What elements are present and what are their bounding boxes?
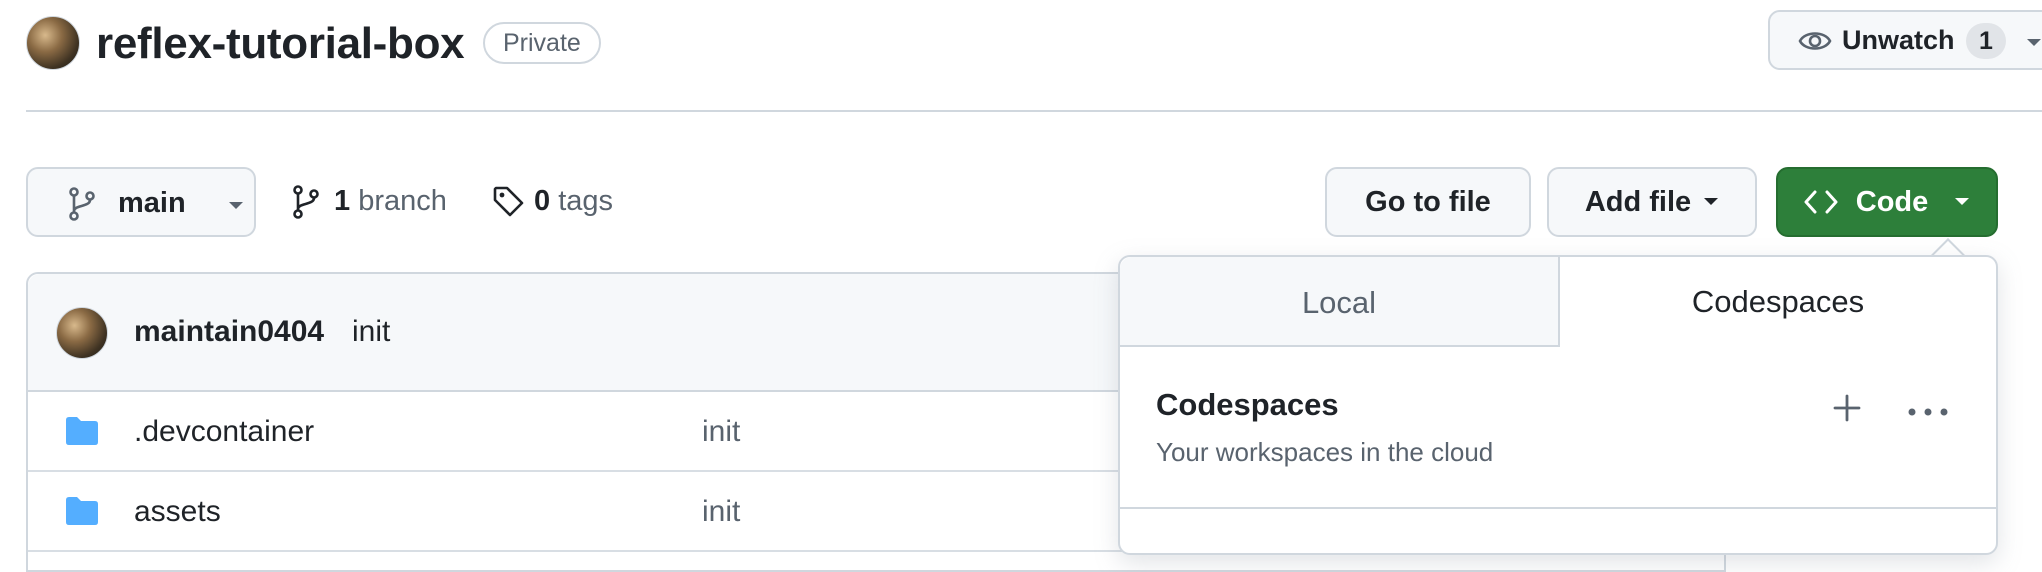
branch-count: 1: [334, 185, 351, 217]
commit-author-avatar[interactable]: [56, 307, 108, 359]
repo-name[interactable]: reflex-tutorial-box: [96, 16, 465, 72]
caret-down-icon: [229, 202, 243, 209]
kebab-horizontal-icon[interactable]: [1906, 407, 1950, 417]
branch-select-button[interactable]: main: [26, 167, 256, 237]
current-branch-label: main: [118, 187, 186, 219]
unwatch-button[interactable]: Unwatch 1: [1768, 10, 2042, 70]
file-name[interactable]: assets: [134, 495, 221, 529]
owner-avatar[interactable]: [26, 16, 80, 70]
tag-count-label: tags: [558, 185, 614, 217]
eye-icon: [1798, 32, 1832, 50]
code-button[interactable]: Code: [1776, 167, 1998, 237]
file-commit-message[interactable]: init: [702, 415, 740, 449]
tag-count: 0: [534, 185, 551, 217]
add-file-label: Add file: [1584, 185, 1692, 218]
add-file-button[interactable]: Add file: [1547, 167, 1757, 237]
folder-icon: [66, 417, 98, 445]
branch-count-label: branch: [358, 185, 447, 217]
tab-codespaces[interactable]: Codespaces: [1560, 257, 1996, 345]
code-dropdown: Local Codespaces Codespaces Your workspa…: [1118, 255, 1998, 555]
folder-icon: [66, 497, 98, 525]
watchers-count: 1: [1966, 23, 2006, 59]
file-name[interactable]: .devcontainer: [134, 415, 314, 449]
caret-down-icon: [1704, 198, 1719, 205]
repo-header: reflex-tutorial-box Private Unwatch 1: [0, 0, 2042, 112]
visibility-badge: Private: [483, 22, 601, 64]
file-commit-message[interactable]: init: [702, 495, 740, 529]
go-to-file-button[interactable]: Go to file: [1325, 167, 1531, 237]
tab-local[interactable]: Local: [1120, 257, 1560, 347]
code-button-label: Code: [1855, 185, 1929, 218]
caret-down-icon: [1955, 198, 1970, 205]
commit-message[interactable]: init: [352, 315, 390, 349]
codespaces-section-subtitle: Your workspaces in the cloud: [1156, 437, 1494, 467]
commit-author[interactable]: maintain0404: [134, 315, 324, 349]
unwatch-label: Unwatch: [1842, 25, 1955, 55]
git-branch-icon: [293, 185, 319, 219]
git-branch-icon: [69, 187, 95, 221]
plus-icon[interactable]: [1830, 391, 1864, 425]
caret-down-icon: [2027, 39, 2041, 46]
header-divider: [26, 110, 2042, 112]
tag-icon: [493, 186, 524, 217]
code-icon: [1804, 190, 1838, 214]
codespaces-section-title: Codespaces: [1156, 387, 1339, 422]
dropdown-divider: [1120, 507, 1996, 509]
